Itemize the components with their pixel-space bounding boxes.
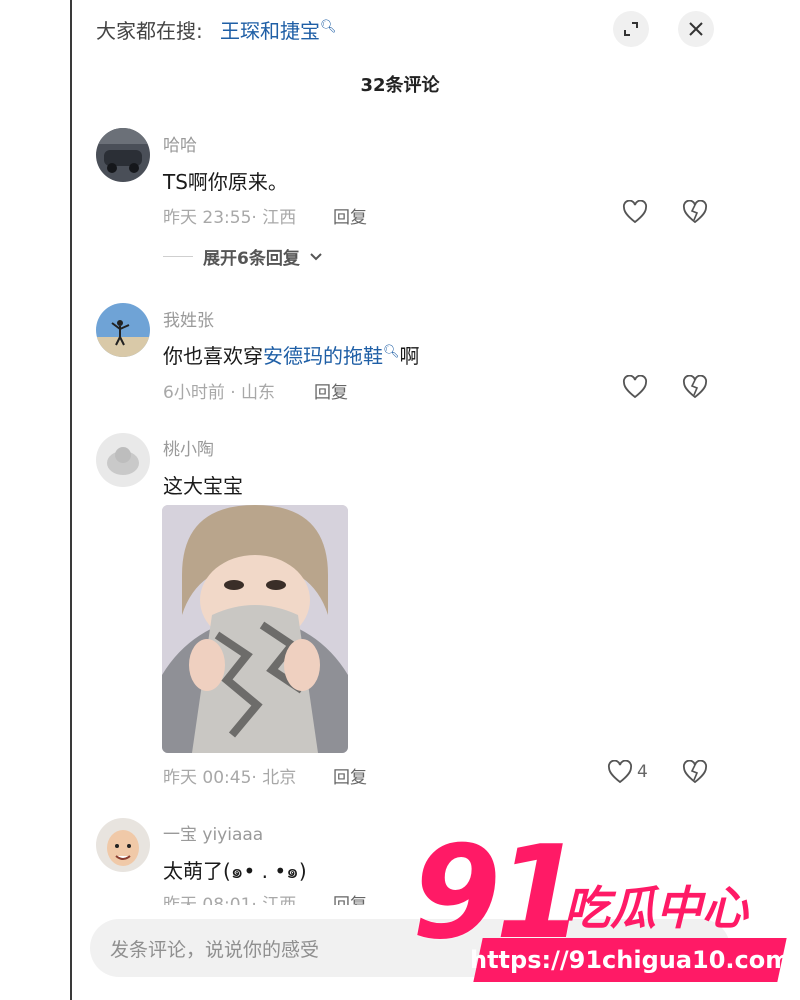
comment-count: 32条评论 (360, 75, 440, 96)
comment-meta: 6小时前 · 山东 (163, 383, 276, 403)
reply-button[interactable]: 回复 (333, 763, 367, 788)
expand-replies-label: 展开6条回复 (203, 249, 300, 269)
expand-button[interactable] (613, 11, 649, 47)
topic-link[interactable]: 安德玛的拖鞋🔍︎ (263, 344, 400, 368)
broken-heart-icon (683, 759, 707, 784)
heart-icon (623, 200, 647, 224)
divider-line (163, 256, 193, 257)
like-button[interactable] (622, 375, 648, 399)
heart-icon (623, 375, 647, 399)
chevron-down-icon (310, 252, 322, 260)
expand-icon (624, 22, 638, 36)
comment-text: 这大宝宝 (163, 474, 243, 498)
close-icon (689, 22, 703, 36)
comment-input-placeholder: 发条评论，说说你的感受 (110, 939, 320, 961)
dislike-button[interactable] (682, 759, 708, 788)
reply-button[interactable]: 回复 (333, 203, 367, 228)
hot-search-label: 大家都在搜: (96, 19, 203, 43)
expand-replies-button[interactable]: 展开6条回复 (163, 244, 322, 269)
watermark-name: 吃瓜中心 (564, 881, 748, 935)
search-icon: 🔍︎ (383, 344, 400, 360)
comment-text: 你也喜欢穿安德玛的拖鞋🔍︎啊 (163, 344, 420, 368)
like-button[interactable] (622, 200, 648, 224)
broken-heart-icon (683, 374, 707, 399)
like-count: 4 (637, 762, 648, 782)
comment-text: 太萌了(๑• . •๑) (163, 859, 307, 883)
watermark-url: https://91chigua10.com (469, 946, 791, 974)
avatar[interactable] (96, 128, 150, 182)
like-button[interactable]: 4 (607, 760, 648, 784)
comment-username[interactable]: 桃小陶 (163, 435, 214, 460)
panel-left-border (70, 0, 72, 1000)
comment-username[interactable]: 我姓张 (163, 306, 214, 331)
broken-heart-icon (683, 199, 707, 224)
hot-search-term-link[interactable]: 王琛和捷宝🔍︎ (220, 15, 337, 44)
watermark-url-banner: https://91chigua10.com (470, 938, 790, 982)
comment-meta: 昨天 23:55· 江西 (163, 208, 297, 228)
comment-username[interactable]: 一宝 yiyiaaa (163, 820, 263, 845)
comment-text: TS啊你原来。 (163, 170, 288, 194)
search-icon: 🔍︎ (320, 19, 337, 35)
avatar[interactable] (96, 818, 150, 872)
panel-header: 大家都在搜: 王琛和捷宝🔍︎ (96, 11, 716, 47)
avatar[interactable] (96, 303, 150, 357)
dislike-button[interactable] (682, 199, 708, 228)
comment-meta: 昨天 00:45· 北京 (163, 768, 297, 788)
comment-image[interactable] (162, 505, 348, 753)
reply-button[interactable]: 回复 (314, 378, 348, 403)
avatar[interactable] (96, 433, 150, 487)
close-button[interactable] (678, 11, 714, 47)
dislike-button[interactable] (682, 374, 708, 403)
heart-icon (608, 760, 632, 784)
comment-username[interactable]: 哈哈 (163, 131, 197, 156)
watermark: 91 吃瓜中心 https://91chigua10.com (412, 830, 792, 990)
